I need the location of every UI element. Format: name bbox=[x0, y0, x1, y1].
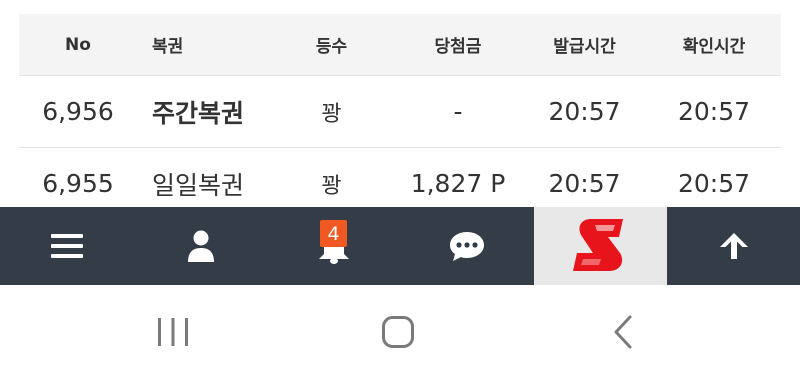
chat-button[interactable] bbox=[400, 207, 534, 285]
cell-prize: - bbox=[453, 97, 463, 126]
profile-button[interactable] bbox=[134, 207, 267, 285]
cell-lottery: 일일복권 bbox=[152, 170, 245, 200]
arrow-up-icon bbox=[719, 233, 748, 259]
site-logo-button[interactable] bbox=[534, 207, 667, 285]
cell-issued-time: 20:57 bbox=[548, 169, 621, 198]
header-no: No bbox=[65, 34, 91, 55]
table-row[interactable]: 6,955 일일복권 꽝 1,827 P 20:57 20:57 bbox=[19, 148, 781, 207]
notification-count-badge: 4 bbox=[320, 220, 347, 247]
scroll-to-top-button[interactable] bbox=[667, 207, 800, 285]
menu-button[interactable] bbox=[0, 207, 134, 285]
recent-apps-icon bbox=[157, 317, 188, 346]
cell-no: 6,956 bbox=[42, 97, 114, 126]
header-issued-time: 발급시간 bbox=[553, 37, 616, 57]
cell-checked-time: 20:57 bbox=[677, 169, 751, 198]
cell-lottery: 주간복권 bbox=[152, 98, 245, 128]
table-row[interactable]: 6,956 주간복권 꽝 - 20:57 20:57 bbox=[19, 76, 781, 148]
bottom-toolbar: 4 bbox=[0, 207, 800, 285]
recent-apps-button[interactable] bbox=[120, 285, 225, 378]
chat-bubble-icon bbox=[450, 232, 484, 261]
back-button[interactable] bbox=[570, 285, 675, 378]
cell-issued-time: 20:57 bbox=[548, 97, 621, 126]
header-checked-time: 확인시간 bbox=[682, 37, 746, 57]
home-icon bbox=[381, 315, 414, 348]
header-prize: 당첨금 bbox=[434, 37, 482, 57]
cell-rank: 꽝 bbox=[321, 101, 342, 127]
system-navigation-bar bbox=[0, 285, 800, 378]
header-lottery: 복권 bbox=[152, 37, 184, 57]
lottery-history-table: No 복권 등수 당첨금 발급시간 확인시간 6,956 주간복권 꽝 - 20… bbox=[0, 0, 800, 207]
cell-prize: 1,827 P bbox=[410, 169, 506, 198]
hamburger-menu-icon bbox=[51, 234, 83, 258]
home-button[interactable] bbox=[345, 285, 450, 378]
notifications-button[interactable]: 4 bbox=[267, 207, 400, 285]
cell-no: 6,955 bbox=[42, 169, 114, 198]
back-icon bbox=[614, 315, 631, 348]
header-rank: 등수 bbox=[315, 37, 348, 57]
table-header-row: No 복권 등수 당첨금 발급시간 확인시간 bbox=[19, 14, 781, 76]
cell-checked-time: 20:57 bbox=[677, 97, 751, 126]
user-icon bbox=[187, 230, 214, 262]
site-logo bbox=[570, 213, 631, 279]
cell-rank: 꽝 bbox=[321, 173, 342, 199]
